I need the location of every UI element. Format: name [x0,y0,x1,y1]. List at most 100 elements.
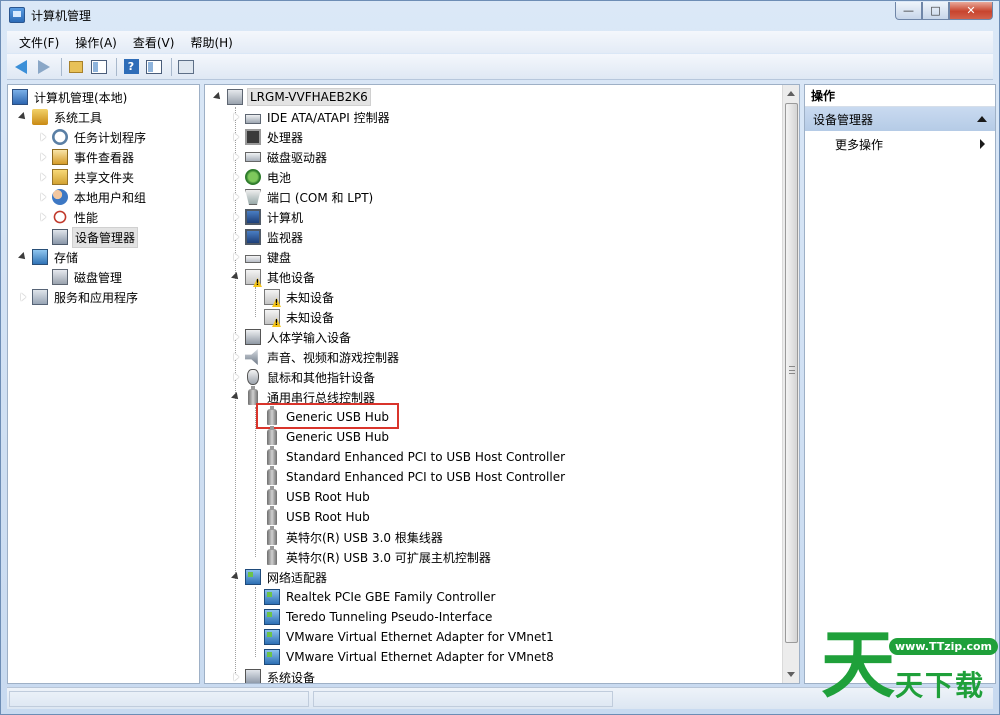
device-network-item[interactable]: VMware Virtual Ethernet Adapter for VMne… [264,647,556,667]
device-category-other[interactable]: 其他设备 [231,267,317,287]
device-root[interactable]: LRGM-VVFHAEB2K6 [213,87,371,107]
expand-arrow-icon[interactable] [38,132,48,142]
device-category-battery[interactable]: 电池 [231,167,293,187]
network-adapter-icon [264,609,280,625]
performance-icon [52,209,68,225]
scan-hardware-button[interactable] [176,57,196,77]
forward-button[interactable] [34,57,54,77]
expand-arrow-icon[interactable] [231,372,241,382]
menu-action[interactable]: 操作(A) [69,34,123,51]
tree-item-services-apps[interactable]: 服务和应用程序 [18,287,140,307]
device-tree-scrollbar[interactable] [782,85,799,683]
device-category-computer[interactable]: 计算机 [231,207,305,227]
show-hide-action-pane-button[interactable] [144,57,164,77]
device-unknown-1[interactable]: 未知设备 [264,287,336,307]
device-unknown-2[interactable]: 未知设备 [264,307,336,327]
expand-arrow-icon[interactable] [231,192,241,202]
expand-arrow-icon[interactable] [231,212,241,222]
device-category-mice[interactable]: 鼠标和其他指针设备 [231,367,377,387]
device-category-processors[interactable]: 处理器 [231,127,305,147]
device-usb-item[interactable]: 英特尔(R) USB 3.0 根集线器 [264,526,445,547]
more-actions-item[interactable]: 更多操作 [805,133,995,155]
expand-arrow-icon[interactable] [38,192,48,202]
menu-help[interactable]: 帮助(H) [184,34,238,51]
device-category-ports[interactable]: 端口 (COM 和 LPT) [231,187,375,207]
maximize-button[interactable]: □ [922,2,949,20]
device-category-keyboards[interactable]: 键盘 [231,247,293,267]
submenu-arrow-icon [980,139,985,149]
expand-arrow-icon[interactable] [38,172,48,182]
storage-icon [32,249,48,265]
tree-item-event-viewer[interactable]: 事件查看器 [38,147,136,167]
expand-arrow-icon[interactable] [231,112,241,122]
device-usb-item[interactable]: USB Root Hub [264,506,372,527]
scroll-up-arrow-icon[interactable] [783,85,799,102]
help-button[interactable]: ? [121,57,141,77]
menu-file[interactable]: 文件(F) [13,34,65,51]
tree-label: 磁盘管理 [74,270,123,285]
tree-item-system-tools[interactable]: 系统工具 [18,107,104,127]
device-network-item[interactable]: Realtek PCIe GBE Family Controller [264,587,497,607]
expand-arrow-icon[interactable] [38,152,48,162]
expand-arrow-icon[interactable] [231,352,241,362]
close-button[interactable]: ✕ [949,2,993,20]
expand-arrow-icon[interactable] [18,292,28,302]
collapse-arrow-icon[interactable] [231,572,241,582]
device-category-sound[interactable]: 声音、视频和游戏控制器 [231,347,401,367]
collapse-arrow-icon[interactable] [231,272,241,282]
up-level-button[interactable] [66,57,86,77]
tree-item-task-scheduler[interactable]: 任务计划程序 [38,127,148,147]
device-category-system[interactable]: 系统设备 [231,667,317,683]
device-usb-item[interactable]: 英特尔(R) USB 3.0 可扩展主机控制器 [264,546,493,567]
expand-arrow-icon[interactable] [231,232,241,242]
device-category-disk-drives[interactable]: 磁盘驱动器 [231,147,329,167]
event-log-icon [52,149,68,165]
device-usb-item[interactable]: Standard Enhanced PCI to USB Host Contro… [264,466,567,487]
collapse-arrow-icon[interactable] [231,392,241,402]
device-category-ide[interactable]: IDE ATA/ATAPI 控制器 [231,107,392,127]
collapse-arrow-icon[interactable] [213,92,223,102]
expand-arrow-icon[interactable] [231,132,241,142]
tree-label: 处理器 [267,130,304,145]
scrollbar-thumb[interactable] [785,103,798,643]
scroll-down-arrow-icon[interactable] [783,666,799,683]
tree-label: 英特尔(R) USB 3.0 可扩展主机控制器 [286,550,491,565]
speaker-icon [245,349,258,365]
tree-item-local-users[interactable]: 本地用户和组 [38,187,148,207]
tree-label: 端口 (COM 和 LPT) [267,190,374,205]
menu-view[interactable]: 查看(V) [127,34,181,51]
tree-item-shared-folders[interactable]: 共享文件夹 [38,167,136,187]
expand-arrow-icon[interactable] [38,212,48,222]
device-usb-item[interactable]: Generic USB Hub [264,426,391,447]
collapse-arrow-icon[interactable] [18,112,28,122]
tree-item-storage[interactable]: 存储 [18,247,80,267]
minimize-button[interactable]: — [895,2,922,20]
watermark-glyph: 天 [821,622,895,708]
device-category-hid[interactable]: 人体学输入设备 [231,327,353,347]
title-bar[interactable]: 计算机管理 — □ ✕ [1,1,999,29]
back-button[interactable] [11,57,31,77]
show-hide-tree-button[interactable] [89,57,109,77]
tree-item-device-manager[interactable]: 设备管理器 [38,226,139,248]
tree-item-disk-management[interactable]: 磁盘管理 [38,267,124,287]
device-category-network[interactable]: 网络适配器 [231,567,329,587]
expand-arrow-icon[interactable] [231,152,241,162]
usb-icon [267,506,277,525]
device-network-item[interactable]: VMware Virtual Ethernet Adapter for VMne… [264,627,556,647]
tree-item-root[interactable]: 计算机管理(本地) [12,87,129,107]
actions-section-device-manager[interactable]: 设备管理器 [805,107,995,131]
tree-item-performance[interactable]: 性能 [38,207,100,227]
device-usb-item[interactable]: Standard Enhanced PCI to USB Host Contro… [264,446,567,467]
expand-arrow-icon[interactable] [231,672,241,682]
collapse-arrow-icon[interactable] [18,252,28,262]
collapse-triangle-icon[interactable] [977,116,987,122]
expand-arrow-icon[interactable] [231,332,241,342]
device-usb-item[interactable]: USB Root Hub [264,486,372,507]
expand-arrow-icon[interactable] [231,172,241,182]
tree-label: 共享文件夹 [74,170,135,185]
network-adapter-icon [264,589,280,605]
expand-arrow-icon[interactable] [231,252,241,262]
tree-label: 本地用户和组 [74,190,147,205]
device-category-monitors[interactable]: 监视器 [231,227,305,247]
device-network-item[interactable]: Teredo Tunneling Pseudo-Interface [264,607,494,627]
